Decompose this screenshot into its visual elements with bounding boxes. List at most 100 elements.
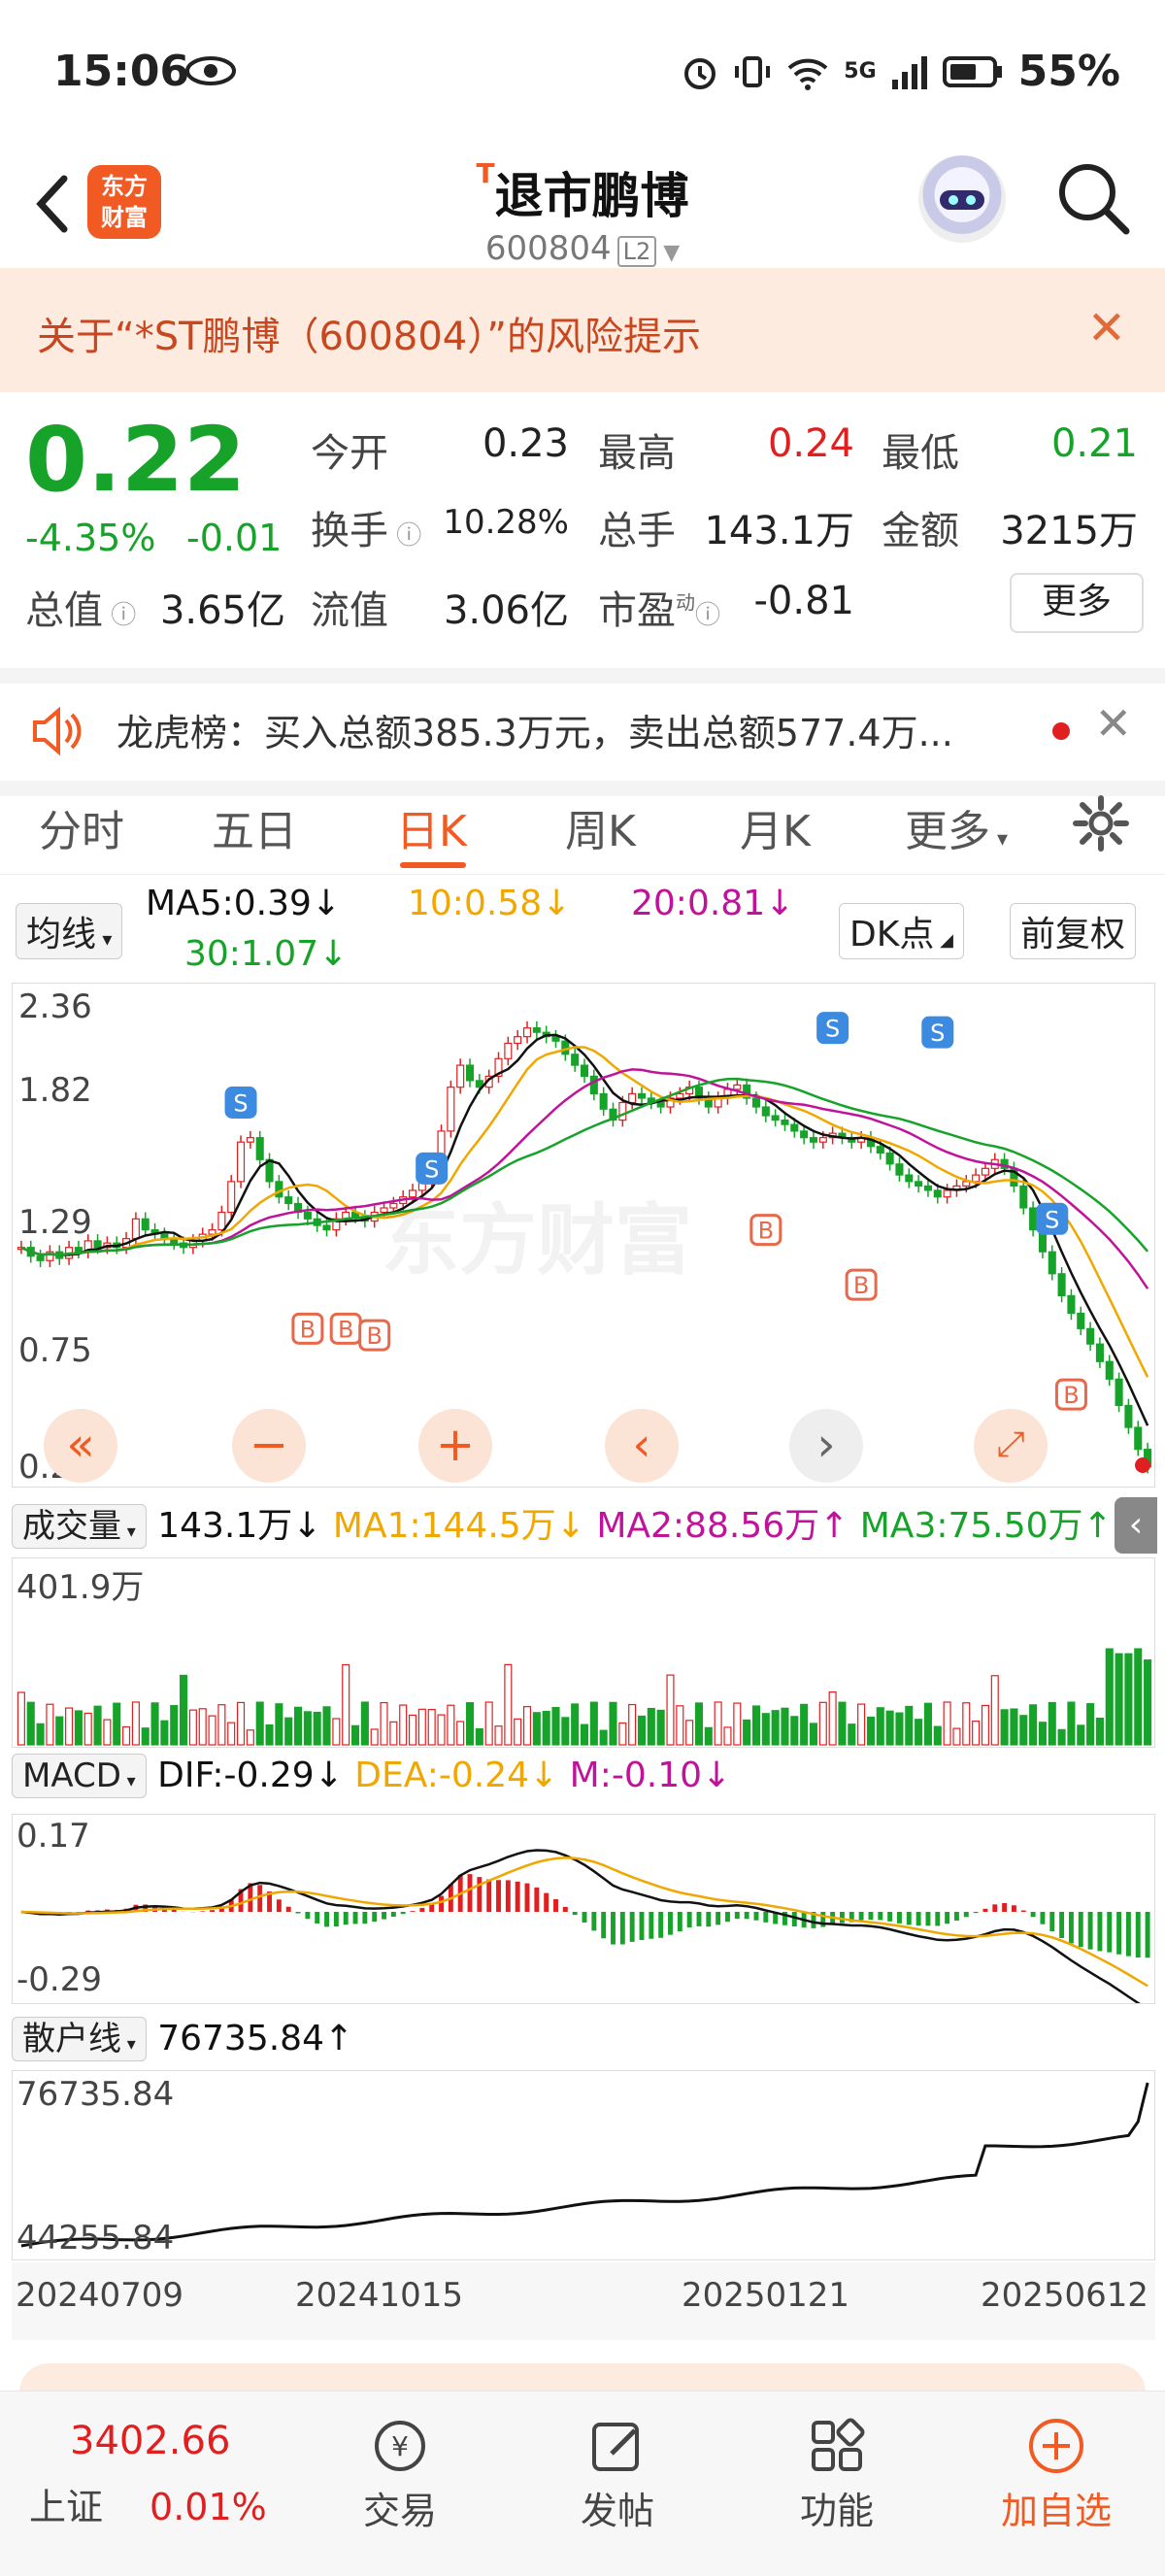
mktcap-label: 总值 ⓘ [25,588,137,633]
volume-bar [103,1719,112,1746]
volume-bar [618,1722,627,1746]
dk-point-button[interactable]: DK点 ◢ [839,903,964,959]
low-value: 0.21 [1050,421,1138,466]
retail-panel[interactable]: 76735.84 44255.84 [12,2070,1155,2260]
wifi-icon [787,58,828,90]
tab-daily-k[interactable]: 日K [396,796,467,858]
volume-bar [65,1707,74,1746]
volume-bar [322,1706,331,1746]
ma30-value: 30:1.07↓ [184,934,349,974]
candle-body [246,1137,254,1143]
nav-functions[interactable]: 功能 [769,2411,905,2534]
index-widget[interactable]: 3402.66 上证 0.01% [29,2419,267,2530]
volume-ma3: MA3:75.50万↑ [859,1506,1113,1546]
zoom-out-button[interactable]: − [232,1409,306,1483]
volume-bar [1000,1709,1009,1746]
volume-bar [227,1722,236,1746]
active-tab-indicator [400,862,466,868]
volume-bar [542,1710,550,1746]
volume-bar [751,1705,761,1746]
candle-body [800,1130,809,1139]
collapse-panel-icon[interactable]: ‹ [1115,1497,1157,1554]
tab-weekly-k[interactable]: 周K [565,796,636,858]
settings-gear-icon[interactable] [1072,794,1130,853]
more-quote-button[interactable]: 更多 [1010,573,1144,633]
candle-body [532,1027,541,1033]
candle-body [1134,1426,1143,1451]
volume-panel[interactable]: 401.9万 [12,1557,1155,1748]
tab-five-day[interactable]: 五日 [212,796,297,858]
marker-label: B [366,1322,382,1350]
volume-bar [74,1710,83,1746]
amount-label: 金额 [882,509,959,553]
fast-back-button[interactable]: « [44,1409,117,1483]
volume-bar [637,1715,647,1746]
volume-bar [447,1704,455,1746]
index-value: 3402.66 [70,2419,231,2463]
ma-selector[interactable]: 均线 ▾ [16,903,123,959]
candle-body [571,1054,580,1066]
ma10-value: 10:0.58↓ [408,884,572,923]
last-price-dot [1135,1457,1150,1473]
risk-banner[interactable]: 关于“*ST鹏博（600804）”的风险提示 ✕ [0,268,1165,392]
tab-monthly-k[interactable]: 月K [740,796,811,858]
assistant-robot-icon[interactable] [918,155,1006,243]
step-back-button[interactable]: ‹ [605,1409,679,1483]
volume-bar [456,1721,465,1746]
volume-bar [284,1717,293,1746]
volume-selector[interactable]: 成交量 ▾ [12,1504,147,1549]
volume-bar [275,1703,283,1746]
quote-panel: 0.22 -4.35% -0.01 今开 0.23 最高 0.24 最低 0.2… [0,392,1165,664]
nav-trade[interactable]: ¥ 交易 [332,2411,468,2534]
candle-body [751,1097,761,1108]
candle-body [237,1141,246,1183]
volume-bar [55,1716,64,1746]
volume-bar [265,1723,274,1746]
volume-bar [237,1701,246,1746]
macd-panel[interactable]: 0.17 -0.29 [12,1814,1155,2004]
tab-intraday[interactable]: 分时 [39,796,124,858]
volume-bar [246,1729,254,1746]
stock-header: 东方 财富 T退市鹏博 600804 L2 ▼ [0,146,1165,269]
zoom-in-button[interactable]: + [418,1409,492,1483]
candle-body [284,1196,293,1205]
volume-bar [561,1717,570,1746]
volume-bar [83,1712,92,1746]
retail-line [20,2082,1149,2248]
nav-add-watchlist[interactable]: 加自选 [988,2411,1124,2534]
volume-bar [972,1721,981,1746]
close-notice-icon[interactable]: ✕ [1094,697,1132,750]
volume-bar [857,1703,866,1746]
tab-more[interactable]: 更多 ▾ [905,796,1008,858]
volume-bar [150,1702,159,1746]
volume-bar [217,1704,226,1746]
kline-panel[interactable]: SSSSSBBBBBB 2.36 1.82 1.29 0.75 0.21 东方财… [12,983,1155,1488]
volume-bar [771,1710,780,1746]
change-percent: -4.35% [25,517,156,559]
retail-selector[interactable]: 散户线 ▾ [12,2017,147,2061]
volume-bar [1095,1718,1104,1746]
turnover-value: 10.28% [443,503,569,542]
volume-bar [332,1718,341,1746]
y-label: 2.36 [18,987,92,1026]
volume-bar [571,1703,580,1746]
candle-body [1115,1378,1123,1407]
volume-bar [532,1712,541,1746]
volume-bar [962,1702,971,1746]
fullscreen-button[interactable]: ⤢ [974,1409,1048,1483]
nav-post[interactable]: 发帖 [549,2411,685,2534]
close-icon[interactable]: ✕ [1087,301,1126,355]
candle-body [1067,1294,1076,1315]
volume-bar [1057,1728,1066,1746]
macd-selector[interactable]: MACD ▾ [12,1754,147,1798]
network-type: 5G [844,59,877,84]
volume-bar [522,1706,532,1746]
candle-body [1095,1343,1104,1362]
volume-bar [1077,1724,1085,1746]
unread-dot [1052,722,1070,740]
search-icon[interactable] [1054,159,1132,237]
volume-bar [676,1705,684,1746]
step-forward-button[interactable]: › [789,1409,863,1483]
adjust-selector[interactable]: 前复权 [1010,903,1137,959]
macd-top-label: 0.17 [17,1817,90,1856]
